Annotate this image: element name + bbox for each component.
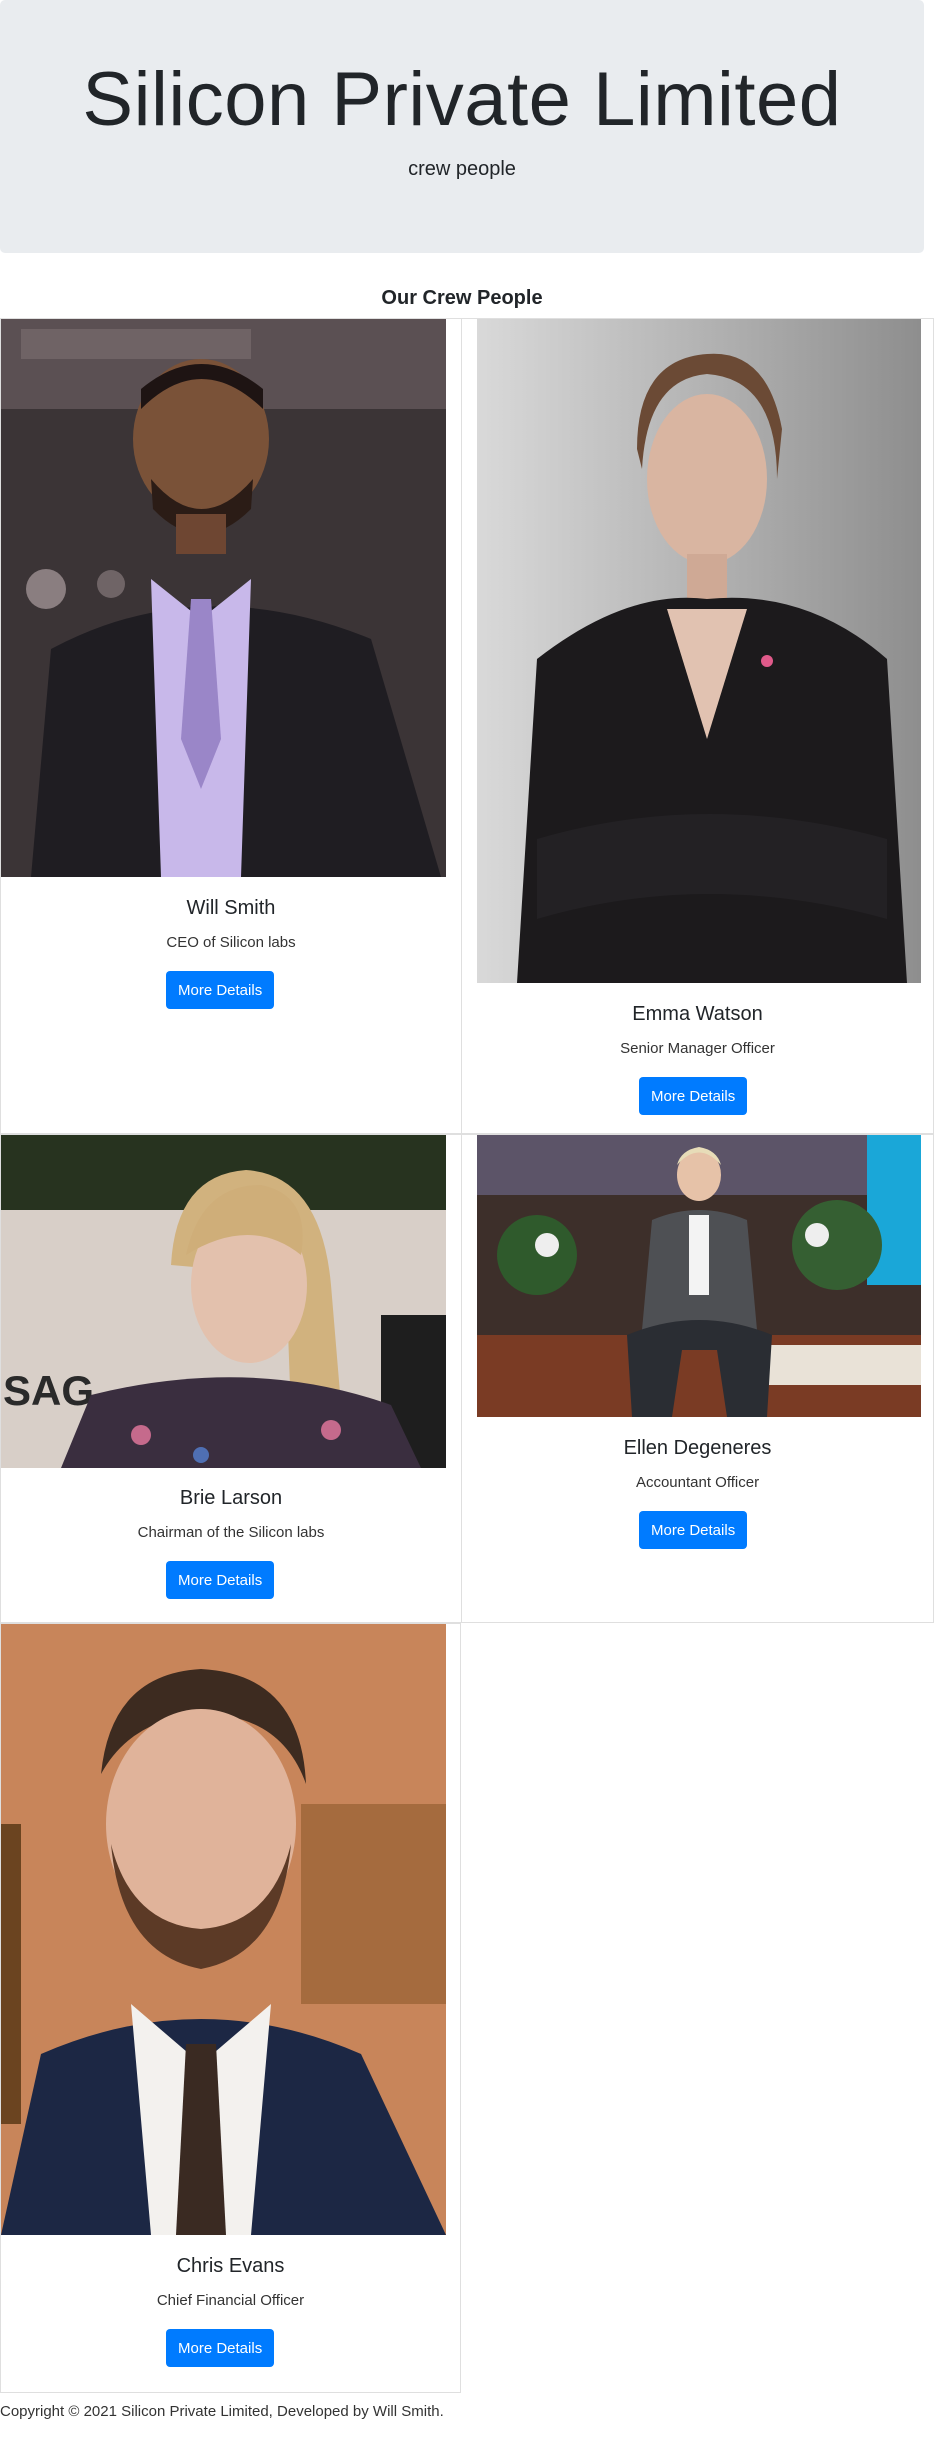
crew-photo-brie-larson: SAG (1, 1135, 446, 1468)
crew-name: Will Smith (186, 897, 276, 919)
crew-role: Senior Manager Officer (620, 1040, 775, 1057)
page-subtitle: crew people (408, 158, 516, 180)
more-details-button[interactable]: More Details (166, 1561, 275, 1599)
crew-name: Chris Evans (176, 2255, 285, 2277)
crew-name: Emma Watson (632, 1003, 763, 1025)
section-title: Our Crew People (381, 287, 543, 309)
page-title: Silicon Private Limited (82, 57, 842, 142)
crew-photo-will-smith (1, 319, 446, 877)
crew-photo-chris-evans (1, 1624, 446, 2235)
crew-photo-ellen-degeneres (477, 1135, 921, 1417)
crew-card-emma-watson: Emma Watson Senior Manager Officer More … (461, 318, 934, 1134)
crew-card-brie-larson: SAG Brie Larson Chairman of the Silicon … (0, 1134, 461, 1623)
crew-card-ellen-degeneres: Ellen Degeneres Accountant Officer More … (461, 1134, 934, 1623)
svg-text:SAG: SAG (3, 1367, 94, 1414)
crew-name: Brie Larson (179, 1487, 283, 1509)
crew-card-will-smith: Will Smith CEO of Silicon labs More Deta… (0, 318, 461, 1134)
more-details-button[interactable]: More Details (166, 2329, 275, 2367)
crew-card-chris-evans: Chris Evans Chief Financial Officer More… (0, 1623, 461, 2393)
footer-copyright: Copyright © 2021 Silicon Private Limited… (0, 2403, 444, 2420)
crew-name: Ellen Degeneres (623, 1437, 772, 1459)
crew-role: CEO of Silicon labs (166, 934, 296, 951)
crew-role: Chief Financial Officer (156, 2292, 305, 2309)
jumbotron-header: Silicon Private Limited crew people (0, 0, 924, 253)
crew-photo-emma-watson (477, 319, 921, 983)
more-details-button[interactable]: More Details (639, 1077, 748, 1115)
more-details-button[interactable]: More Details (639, 1511, 748, 1549)
crew-role: Accountant Officer (635, 1474, 760, 1491)
more-details-button[interactable]: More Details (166, 971, 275, 1009)
crew-role: Chairman of the Silicon labs (137, 1524, 325, 1541)
